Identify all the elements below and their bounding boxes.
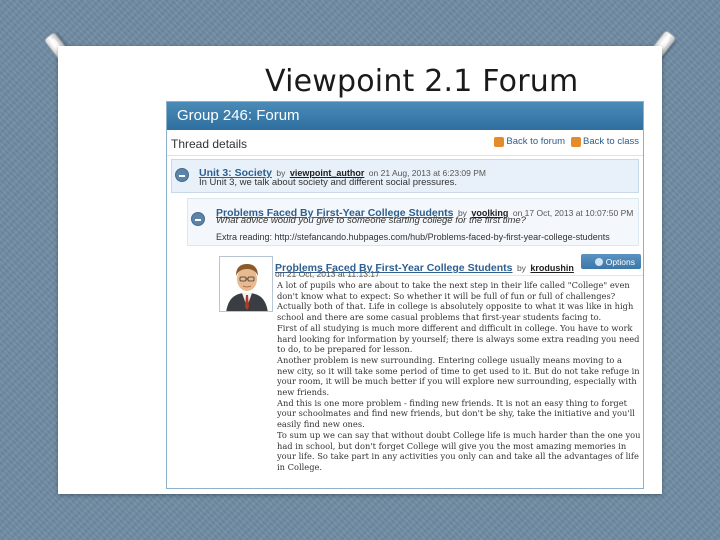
post-paragraph: Actually both of that. Life in college i…: [277, 301, 634, 323]
user-avatar: [219, 256, 273, 312]
post-problems-1: Problems Faced By First-Year College Stu…: [187, 198, 639, 246]
options-button[interactable]: Options: [580, 254, 641, 269]
collapse-minus-icon[interactable]: [191, 212, 205, 226]
arrow-back-icon: [494, 136, 505, 147]
nav-links: Back to forum Back to class: [494, 136, 639, 147]
post-paragraph: First of all studying is much more diffe…: [277, 322, 640, 355]
back-to-class-link[interactable]: Back to class: [571, 136, 639, 147]
back-to-class-label: Back to class: [583, 136, 639, 147]
post-author-link[interactable]: krodushin: [530, 263, 574, 273]
arrow-back-icon: [571, 136, 582, 147]
thread-title: Thread details: [171, 137, 248, 151]
post-extra-reading: Extra reading: http://stefancando.hubpag…: [216, 232, 610, 242]
post-body: In Unit 3, we talk about society and dif…: [199, 177, 458, 188]
post-paragraph: A lot of pupils who are about to take th…: [277, 280, 630, 301]
slide-title: Viewpoint 2.1 Forum: [265, 64, 579, 99]
post-problems-2: Problems Faced By First-Year College Stu…: [215, 252, 643, 488]
post-paragraph: Another problem is new surrounding. Ente…: [277, 354, 640, 398]
post-body: A lot of pupils who are about to take th…: [277, 280, 641, 473]
back-to-forum-label: Back to forum: [506, 136, 566, 147]
post-unit-3: Unit 3: Society by viewpoint_author on 2…: [171, 159, 639, 193]
post-paragraph: To sum up we can say that without doubt …: [277, 429, 641, 472]
thread-bar: Thread details Back to forum Back to cla…: [167, 130, 643, 156]
post-paragraph: And this is one more problem - finding n…: [277, 397, 635, 430]
forum-screenshot: Group 246: Forum Thread details Back to …: [166, 101, 644, 489]
businessman-avatar-icon: [220, 257, 272, 311]
post-date: on 17 Oct, 2013 at 10:07:50 PM: [512, 208, 634, 218]
post-by: by: [516, 263, 526, 273]
collapse-minus-icon[interactable]: [175, 168, 189, 182]
post-question: What advice would you give to someone st…: [216, 215, 526, 226]
back-to-forum-link[interactable]: Back to forum: [494, 136, 565, 147]
post-date: on 21 Oct, 2013 at 11:13:17: [275, 269, 380, 279]
options-label: Options: [605, 257, 635, 267]
options-gear-icon: [594, 258, 603, 266]
forum-header: Group 246: Forum: [167, 102, 643, 130]
